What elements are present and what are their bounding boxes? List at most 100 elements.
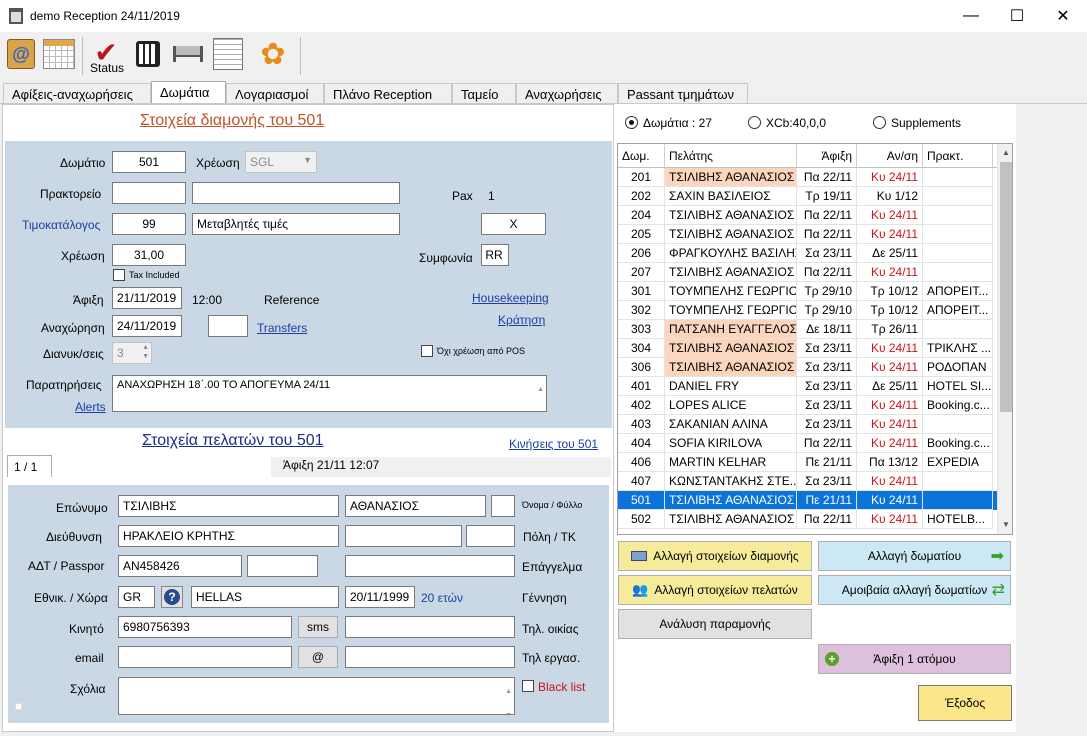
bed-icon[interactable]	[170, 36, 206, 72]
departure-extra-field[interactable]	[208, 315, 248, 337]
table-row[interactable]: 202 ΣΑΧΙΝ ΒΑΣΙΛΕΙΟΣ Τρ 19/11 Κυ 1/12	[618, 187, 997, 206]
table-row[interactable]: 406 MARTIN KELHAR Πε 21/11 Πα 13/12 EXPEDIA	[618, 453, 997, 472]
stay-analysis-button[interactable]: Ανάλυση παραμονής	[618, 609, 812, 639]
column-header-guest[interactable]: Πελάτης	[665, 144, 797, 168]
table-row[interactable]: 304 ΤΣΙΛΙΒΗΣ ΑΘΑΝΑΣΙΟΣ Σα 23/11 Κυ 24/11 ΤΡΙ…	[618, 339, 997, 358]
country-field[interactable]: HELLAS	[191, 586, 339, 608]
reservation-link[interactable]: Κράτηση	[498, 313, 545, 327]
tab-accounts[interactable]: Λογαριασμοί	[226, 83, 324, 103]
blacklist-checkbox[interactable]	[522, 680, 534, 692]
change-stay-button[interactable]: Αλλαγή στοιχείων διαμονής	[618, 541, 812, 571]
documents-icon[interactable]	[210, 36, 246, 72]
table-row[interactable]: 502 ΤΣΙΛΙΒΗΣ ΑΘΑΝΑΣΙΟΣ Πα 22/11 Κυ 24/11 HOT…	[618, 510, 997, 529]
city-field[interactable]	[345, 525, 462, 547]
comments-field[interactable]: ▲▼	[118, 677, 515, 715]
home-phone-field[interactable]	[345, 616, 515, 638]
guest-tab[interactable]: 1 / 1	[7, 455, 52, 477]
agency-name-field[interactable]	[192, 182, 400, 204]
charge-type-select[interactable]: SGL ▼	[245, 151, 317, 173]
table-row[interactable]: 201 ΤΣΙΛΙΒΗΣ ΑΘΑΝΑΣΙΟΣ Πα 22/11 Κυ 24/11	[618, 168, 997, 187]
column-header-room[interactable]: Δωμ.	[618, 144, 665, 168]
table-row[interactable]: 302 ΤΟΥΜΠΕΛΗΣ ΓΕΩΡΓΙΟΣ Τρ 29/10 Τρ 10/12 ΑΠΟ…	[618, 301, 997, 320]
rooms-radio[interactable]	[625, 116, 638, 129]
status-label[interactable]: Status	[90, 61, 124, 75]
swap-rooms-button[interactable]: Αμοιβαία αλλαγή δωματίων ⇄	[818, 575, 1011, 605]
departure-date-field[interactable]: 24/11/2019	[112, 315, 182, 337]
table-row[interactable]: 301 ΤΟΥΜΠΕΛΗΣ ΓΕΩΡΓΙΟΣ Τρ 29/10 Τρ 10/12 ΑΠΟ…	[618, 282, 997, 301]
table-row[interactable]: 407 ΚΩΝΣΤΑΝΤΑΚΗΣ ΣΤΕ... Σα 23/11 Κυ 24/11	[618, 472, 997, 491]
table-row[interactable]: 206 ΦΡΑΓΚΟΥΛΗΣ ΒΑΣΙΛΗΣ Σα 23/11 Δε 25/11	[618, 244, 997, 263]
table-row[interactable]: 204 ΤΣΙΛΙΒΗΣ ΑΘΑΝΑΣΙΟΣ Πα 22/11 Κυ 24/11	[618, 206, 997, 225]
rooms-radio-label[interactable]: Δωμάτια : 27	[643, 116, 712, 130]
column-header-arrival[interactable]: Άφιξη	[797, 144, 857, 168]
pricelist-label[interactable]: Τιμοκατάλογος	[22, 218, 100, 232]
table-row[interactable]: 207 ΤΣΙΛΙΒΗΣ ΑΘΑΝΑΣΙΟΣ Πα 22/11 Κυ 24/11	[618, 263, 997, 282]
tab-departures[interactable]: Αναχωρήσεις	[516, 83, 618, 103]
scroll-down-icon[interactable]: ▼	[1002, 520, 1010, 529]
table-row[interactable]: 501 ΤΣΙΛΙΒΗΣ ΑΘΑΝΑΣΙΟΣ Πε 21/11 Κυ 24/11	[618, 491, 997, 510]
vertical-scrollbar[interactable]: ▲ ▼	[997, 144, 1012, 534]
table-row[interactable]: 404 SOFIA KIRILOVA Πα 22/11 Κυ 24/11 Booking…	[618, 434, 997, 453]
tab-cashier[interactable]: Ταμείο	[452, 83, 516, 103]
help-button[interactable]: ?	[161, 586, 183, 608]
arrive-one-button[interactable]: + Άφιξη 1 ατόμου	[818, 644, 1011, 674]
table-row[interactable]: 303 ΠΑΤΣΑΝΗ ΕΥΑΓΓΕΛΟΣ Δε 18/11 Τρ 26/11	[618, 320, 997, 339]
address-book-icon[interactable]: @	[3, 36, 39, 72]
agency-code-field[interactable]	[112, 182, 186, 204]
transfers-link[interactable]: Transfers	[257, 321, 307, 335]
id-extra-field[interactable]	[247, 555, 318, 577]
profession-field[interactable]	[345, 555, 515, 577]
flower-icon[interactable]: ✿	[255, 36, 291, 72]
id-field[interactable]: AN458426	[118, 555, 242, 577]
nationality-code-field[interactable]: GR	[118, 586, 155, 608]
minimize-button[interactable]: —	[948, 0, 994, 32]
supplements-radio[interactable]	[873, 116, 886, 129]
tab-arrivals-departures[interactable]: Αφίξεις-αναχωρήσεις	[3, 83, 151, 103]
maximize-button[interactable]: ☐	[994, 0, 1040, 32]
close-button[interactable]: ✕	[1040, 0, 1086, 32]
movements-link[interactable]: Κινήσεις του 501	[509, 437, 598, 451]
table-row[interactable]: 402 LOPES ALICE Σα 23/11 Κυ 24/11 Booking.c.…	[618, 396, 997, 415]
mobile-field[interactable]: 6980756393	[118, 616, 292, 638]
xcb-radio-label[interactable]: XCb:40,0,0	[766, 116, 826, 130]
arrival-date-field[interactable]: 21/11/2019	[112, 287, 182, 309]
pricelist-code-field[interactable]: 99	[112, 213, 186, 235]
email-at-button[interactable]: @	[298, 646, 338, 668]
supplements-radio-label[interactable]: Supplements	[891, 116, 961, 130]
gender-field[interactable]	[491, 495, 515, 517]
tab-passant[interactable]: Passant τμημάτων	[618, 83, 748, 103]
column-header-agency[interactable]: Πρακτ.	[923, 144, 993, 168]
no-pos-charge-checkbox[interactable]	[421, 345, 433, 357]
scroll-up-icon[interactable]: ▲	[1002, 148, 1010, 157]
email-field[interactable]	[118, 646, 292, 668]
room-field[interactable]: 501	[112, 151, 186, 173]
xcb-radio[interactable]	[748, 116, 761, 129]
calendar-icon[interactable]	[41, 36, 77, 72]
surname-field[interactable]: ΤΣΙΛΙΒΗΣ	[118, 495, 339, 517]
scrollbar-thumb[interactable]	[1000, 162, 1012, 412]
tax-included-checkbox[interactable]	[113, 269, 125, 281]
alerts-link[interactable]: Alerts	[75, 400, 106, 414]
birthdate-field[interactable]: 20/11/1999	[345, 586, 415, 608]
notes-field[interactable]: ΑΝΑΧΩΡΗΣΗ 18΄.00 ΤΟ ΑΠΟΓΕΥΜΑ 24/11 ▲▼	[112, 375, 547, 412]
nights-stepper[interactable]: 3 ▲ ▼	[112, 342, 152, 364]
luggage-icon[interactable]	[130, 36, 166, 72]
agreement-field[interactable]: RR	[481, 244, 509, 266]
change-room-button[interactable]: Αλλαγή δωματίου ➡	[818, 541, 1011, 571]
table-row[interactable]: 205 ΤΣΙΛΙΒΗΣ ΑΘΑΝΑΣΙΟΣ Πα 22/11 Κυ 24/11	[618, 225, 997, 244]
exit-button[interactable]: Έξοδος	[918, 685, 1012, 721]
tab-rooms[interactable]: Δωμάτια	[151, 81, 226, 105]
change-guests-button[interactable]: 👥 Αλλαγή στοιχείων πελατών	[618, 575, 812, 605]
address-field[interactable]: ΗΡΑΚΛΕΙΟ ΚΡΗΤΗΣ	[118, 525, 339, 547]
tab-reception-plan[interactable]: Πλάνο Reception	[324, 83, 452, 103]
sms-button[interactable]: sms	[298, 616, 338, 638]
table-row[interactable]: 401 DANIEL FRY Σα 23/11 Δε 25/11 HOTEL SI...	[618, 377, 997, 396]
table-row[interactable]: 306 ΤΣΙΛΙΒΗΣ ΑΘΑΝΑΣΙΟΣ Σα 23/11 Κυ 24/11 ΡΟΔ…	[618, 358, 997, 377]
firstname-field[interactable]: ΑΘΑΝΑΣΙΟΣ	[345, 495, 486, 517]
table-row[interactable]: 403 ΣΑΚΑΝΙΑΝ ΑΛΙΝΑ Σα 23/11 Κυ 24/11	[618, 415, 997, 434]
postcode-field[interactable]	[466, 525, 515, 547]
work-phone-field[interactable]	[345, 646, 515, 668]
column-header-departure[interactable]: Αν/ση	[857, 144, 923, 168]
charge-field[interactable]: 31,00	[112, 244, 186, 266]
pricelist-name-field[interactable]: Μεταβλητές τιμές	[192, 213, 400, 235]
